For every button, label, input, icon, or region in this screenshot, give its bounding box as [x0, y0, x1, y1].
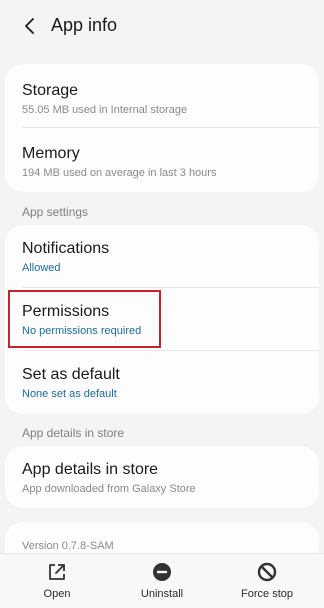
block-icon	[257, 562, 277, 582]
chevron-left-icon	[25, 18, 34, 34]
set-default-item[interactable]: Set as default None set as default	[5, 351, 319, 414]
memory-title: Memory	[22, 145, 80, 162]
force-stop-label: Force stop	[241, 588, 293, 600]
app-bar: App info	[0, 0, 324, 52]
store-details-subtitle: App downloaded from Galaxy Store	[22, 483, 196, 495]
section-label-app-settings: App settings	[22, 205, 89, 219]
usage-card: Storage 55.05 MB used in Internal storag…	[5, 64, 319, 192]
store-details-title: App details in store	[22, 461, 159, 478]
memory-item[interactable]: Memory 194 MB used on average in last 3 …	[5, 128, 319, 192]
force-stop-button[interactable]: Force stop	[213, 554, 321, 608]
bottom-action-bar: Open Uninstall Force stop	[0, 553, 324, 608]
uninstall-button[interactable]: Uninstall	[108, 554, 216, 608]
set-default-title: Set as default	[22, 366, 120, 383]
app-info-screen: App info Storage 55.05 MB used in Intern…	[0, 0, 324, 608]
back-button[interactable]	[16, 12, 44, 40]
store-details-item[interactable]: App details in store App downloaded from…	[5, 446, 319, 508]
permissions-item[interactable]: Permissions No permissions required	[5, 288, 319, 351]
page-title: App info	[51, 15, 118, 35]
uninstall-label: Uninstall	[140, 588, 184, 600]
storage-title: Storage	[22, 82, 79, 99]
section-label-store: App details in store	[22, 426, 125, 440]
storage-item[interactable]: Storage 55.05 MB used in Internal storag…	[5, 64, 319, 128]
open-external-icon	[49, 564, 65, 580]
store-card: App details in store App downloaded from…	[5, 446, 319, 508]
notifications-item[interactable]: Notifications Allowed	[5, 225, 319, 288]
open-button[interactable]: Open	[3, 554, 111, 608]
notifications-title: Notifications	[22, 240, 110, 257]
app-settings-card: Notifications Allowed Permissions No per…	[5, 225, 319, 414]
notifications-subtitle: Allowed	[22, 262, 61, 274]
memory-subtitle: 194 MB used on average in last 3 hours	[22, 167, 217, 179]
open-label: Open	[43, 588, 71, 600]
version-text: Version 0.7.8-SAM	[22, 540, 114, 552]
set-default-subtitle: None set as default	[22, 388, 117, 400]
storage-subtitle: 55.05 MB used in Internal storage	[22, 104, 188, 116]
minus-circle-icon	[153, 563, 171, 581]
permissions-title: Permissions	[22, 303, 110, 320]
permissions-subtitle: No permissions required	[22, 325, 142, 337]
